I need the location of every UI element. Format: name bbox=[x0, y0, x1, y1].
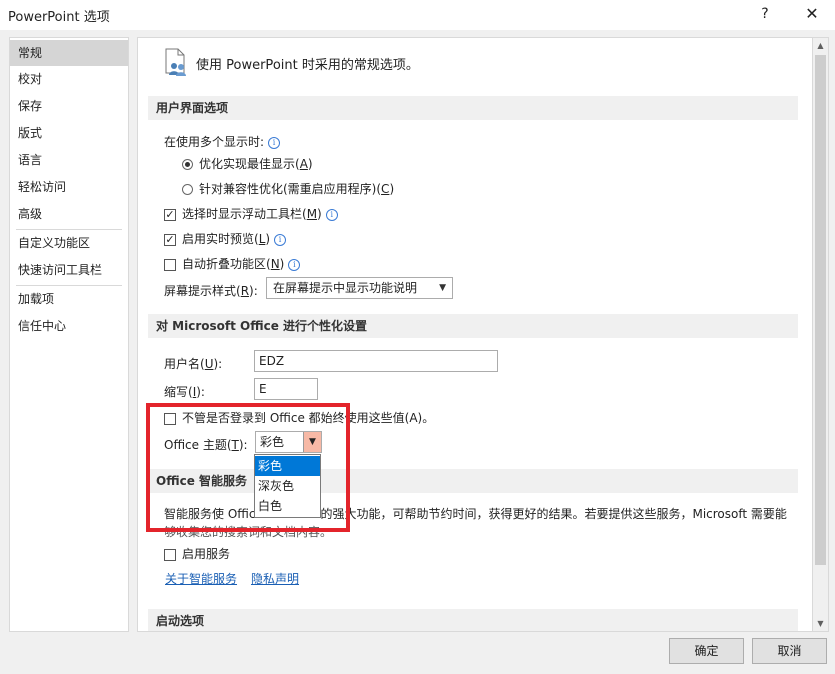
checkbox[interactable] bbox=[164, 548, 176, 561]
vertical-scrollbar[interactable]: ▲ ▼ bbox=[812, 37, 829, 632]
nav-item-layout[interactable]: 版式 bbox=[10, 120, 128, 146]
office-theme-label: Office 主题(T): bbox=[164, 438, 248, 452]
chevron-down-icon: ▼ bbox=[439, 283, 446, 293]
radio-optimize-compatibility[interactable]: 针对兼容性优化(需重启应用程序)(C) bbox=[182, 180, 394, 197]
nav-item-quick-access-toolbar[interactable]: 快速访问工具栏 bbox=[10, 257, 128, 283]
nav-item-proofing[interactable]: 校对 bbox=[10, 66, 128, 92]
nav-item-advanced[interactable]: 高级 bbox=[10, 201, 128, 227]
info-icon[interactable]: i bbox=[288, 258, 301, 271]
theme-option-dark-gray[interactable]: 深灰色 bbox=[255, 476, 320, 496]
nav-item-general[interactable]: 常规 bbox=[10, 40, 128, 66]
section-personalize: 对 Microsoft Office 进行个性化设置 bbox=[148, 314, 798, 338]
cancel-button[interactable]: 取消 bbox=[752, 638, 827, 664]
office-theme-dropdown-list: 彩色 深灰色 白色 bbox=[254, 454, 321, 518]
checkbox[interactable] bbox=[164, 412, 176, 425]
title-bar: PowerPoint 选项 ? ✕ bbox=[0, 0, 835, 30]
nav-item-save[interactable]: 保存 bbox=[10, 93, 128, 119]
close-icon[interactable]: ✕ bbox=[795, 2, 829, 26]
theme-option-white[interactable]: 白色 bbox=[255, 496, 320, 516]
nav-item-customize-ribbon[interactable]: 自定义功能区 bbox=[10, 230, 128, 256]
options-panel: 使用 PowerPoint 时采用的常规选项。 用户界面选项 在使用多个显示时:… bbox=[137, 37, 813, 632]
ok-button[interactable]: 确定 bbox=[669, 638, 744, 664]
username-field[interactable]: EDZ bbox=[254, 350, 498, 372]
checkbox-always-use-values[interactable]: 不管是否登录到 Office 都始终使用这些值(A)。 bbox=[164, 409, 434, 426]
screentip-style-select[interactable]: 在屏幕提示中显示功能说明 ▼ bbox=[266, 277, 453, 299]
nav-item-trust-center[interactable]: 信任中心 bbox=[10, 313, 128, 339]
info-icon[interactable]: i bbox=[325, 208, 338, 221]
page-description: 使用 PowerPoint 时采用的常规选项。 bbox=[196, 58, 419, 73]
initials-label: 缩写(I): bbox=[164, 385, 205, 399]
nav-item-language[interactable]: 语言 bbox=[10, 147, 128, 173]
checkbox-enable-services[interactable]: 启用服务 bbox=[164, 545, 230, 562]
checkbox-collapse-ribbon[interactable]: 自动折叠功能区(N) i bbox=[164, 255, 301, 272]
scroll-up-icon[interactable]: ▲ bbox=[813, 38, 828, 53]
intelligent-services-description-line2: 够收集您的搜索词和文档内容。 bbox=[164, 525, 333, 539]
radio-optimize-best-display[interactable]: 优化实现最佳显示(A) bbox=[182, 155, 313, 172]
section-ui-options: 用户界面选项 bbox=[148, 96, 798, 120]
general-options-icon bbox=[162, 47, 190, 77]
radio-button-checked[interactable] bbox=[182, 159, 193, 170]
multi-display-label: 在使用多个显示时: i bbox=[164, 133, 281, 150]
scrollbar-thumb[interactable] bbox=[815, 55, 826, 565]
checkbox-checked[interactable]: ✓ bbox=[164, 233, 176, 246]
checkbox-mini-toolbar[interactable]: ✓ 选择时显示浮动工具栏(M) i bbox=[164, 205, 338, 222]
scroll-down-icon[interactable]: ▼ bbox=[813, 616, 828, 631]
username-label: 用户名(U): bbox=[164, 357, 223, 371]
checkbox[interactable] bbox=[164, 258, 176, 271]
window-title: PowerPoint 选项 bbox=[8, 10, 110, 25]
info-icon[interactable]: i bbox=[268, 136, 281, 149]
nav-item-accessibility[interactable]: 轻松访问 bbox=[10, 174, 128, 200]
info-icon[interactable]: i bbox=[274, 233, 287, 246]
section-intelligent-services: Office 智能服务 bbox=[148, 469, 798, 493]
theme-option-colorful[interactable]: 彩色 bbox=[255, 456, 320, 476]
link-privacy-statement[interactable]: 隐私声明 bbox=[251, 570, 299, 587]
checkbox-checked[interactable]: ✓ bbox=[164, 208, 176, 221]
options-nav: 常规 校对 保存 版式 语言 轻松访问 高级 自定义功能区 快速访问工具栏 加载… bbox=[9, 37, 129, 632]
link-about-intelligent-services[interactable]: 关于智能服务 bbox=[165, 570, 237, 587]
checkbox-live-preview[interactable]: ✓ 启用实时预览(L) i bbox=[164, 230, 287, 247]
section-startup-options: 启动选项 bbox=[148, 609, 798, 631]
nav-item-add-ins[interactable]: 加载项 bbox=[10, 286, 128, 312]
initials-field[interactable]: E bbox=[254, 378, 318, 400]
office-theme-select[interactable]: 彩色 ▼ bbox=[255, 431, 322, 453]
radio-button[interactable] bbox=[182, 184, 193, 195]
screentip-style-label: 屏幕提示样式(R): bbox=[164, 284, 258, 298]
chevron-down-icon[interactable]: ▼ bbox=[303, 432, 321, 452]
help-button[interactable]: ? bbox=[748, 2, 782, 26]
